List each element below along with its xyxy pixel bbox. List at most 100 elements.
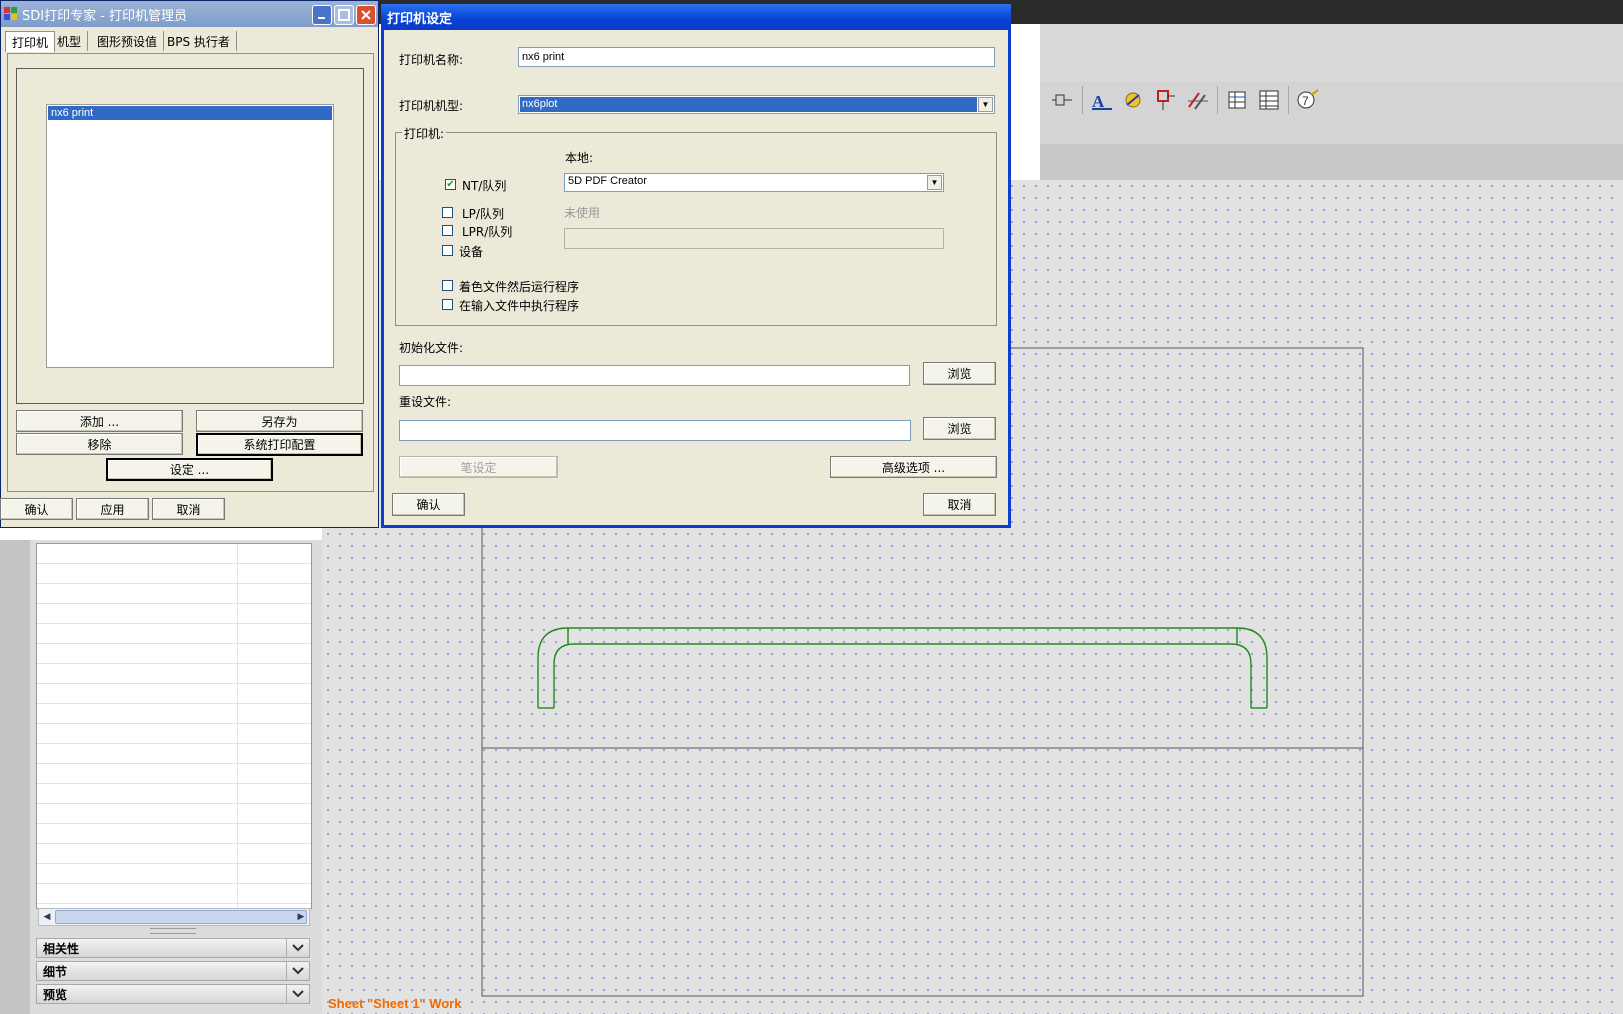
pen-setup-button[interactable]: 笔设定 [399,456,558,478]
table-row[interactable] [37,744,311,764]
table-row[interactable] [37,864,311,884]
text-note-icon[interactable]: A [1089,87,1115,113]
reset-file-browse-button[interactable]: 浏览 [923,417,996,440]
table-row[interactable] [37,844,311,864]
reset-file-input[interactable] [399,420,911,441]
table-row[interactable] [37,544,311,564]
handle-part-outline [537,627,1268,709]
nt-queue-checkbox[interactable]: ✔ [445,179,456,190]
navigator-horizontal-scrollbar[interactable]: ◀ ▶ [38,908,310,926]
table-row[interactable] [37,804,311,824]
scroll-right-icon[interactable]: ▶ [293,909,309,925]
tab-model[interactable]: 机型 [51,31,89,51]
hatch-icon[interactable] [1185,87,1211,113]
run-in-input-checkbox[interactable] [442,299,453,310]
printer-list[interactable]: nx6 print [46,104,334,368]
setup-title-bar[interactable]: 打印机设定 [381,4,1011,30]
app-toolbar [1040,24,1623,83]
toolbar-icon-group: A 7 [1050,82,1321,118]
toolbar-separator [1288,86,1289,114]
chevron-down-icon[interactable]: ▼ [927,175,942,190]
table-row[interactable] [37,624,311,644]
table-row[interactable] [37,704,311,724]
panel-splitter[interactable] [150,928,196,934]
dimension-icon[interactable] [1050,87,1076,113]
section-label: 细节 [43,964,68,979]
parts-list-icon[interactable] [1256,87,1282,113]
chevron-down-icon[interactable]: ▼ [978,97,993,112]
advanced-options-button[interactable]: 高级选项 ... [830,456,997,478]
table-row[interactable] [37,584,311,604]
device-label: 设备 [459,245,484,259]
maximize-icon[interactable] [334,5,354,25]
table-row[interactable] [37,684,311,704]
table-row[interactable] [37,884,311,904]
lpr-queue-checkbox[interactable] [442,225,453,236]
init-file-browse-button[interactable]: 浏览 [923,362,996,385]
table-row[interactable] [37,784,311,804]
lp-queue-label: LP/队列 [462,207,504,221]
manager-apply-button[interactable]: 应用 [76,498,149,520]
printer-model-select[interactable]: nx6plot ▼ [518,95,995,114]
table-row[interactable] [37,664,311,684]
close-icon[interactable] [356,5,376,25]
table-icon[interactable] [1224,87,1250,113]
run-in-input-label: 在输入文件中执行程序 [459,299,580,313]
table-row[interactable] [37,724,311,744]
unused-input [564,228,944,249]
run-after-color-checkbox[interactable] [442,280,453,291]
table-row[interactable] [37,644,311,664]
local-printer-value: 5D PDF Creator [568,175,647,187]
part-navigator-table[interactable] [36,543,312,909]
setup-button[interactable]: 设定 ... [106,458,273,481]
system-print-config-button[interactable]: 系统打印配置 [196,433,363,456]
balloon-icon[interactable]: 7 [1295,87,1321,113]
section-label: 相关性 [43,941,80,956]
table-row[interactable] [37,764,311,784]
printer-model-label: 打印机机型: [399,99,464,113]
section-preview[interactable]: 预览 [36,984,310,1004]
tab-bps-executor[interactable]: BPS 执行者 [161,31,237,51]
list-item[interactable]: nx6 print [48,106,332,120]
run-after-color-label: 着色文件然后运行程序 [459,280,580,294]
minimize-icon[interactable] [312,5,332,25]
table-row[interactable] [37,564,311,584]
chevron-down-icon[interactable] [286,939,309,957]
manager-title: SDI打印专家 - 打印机管理员 [22,8,188,24]
printer-name-input[interactable] [518,47,995,67]
symbol-icon[interactable] [1121,87,1147,113]
toolbar-separator [1082,86,1083,114]
manager-cancel-button[interactable]: 取消 [152,498,225,520]
datum-icon[interactable] [1153,87,1179,113]
scroll-left-icon[interactable]: ◀ [39,909,55,925]
resource-bar [0,540,30,1014]
add-button[interactable]: 添加 ... [16,410,183,432]
manager-ok-button[interactable]: 确认 [0,498,73,520]
section-details[interactable]: 细节 [36,961,310,981]
remove-button[interactable]: 移除 [16,433,183,455]
table-row[interactable] [37,604,311,624]
save-as-button[interactable]: 另存为 [196,410,363,432]
setup-title: 打印机设定 [387,11,453,27]
svg-text:7: 7 [1302,94,1309,108]
init-file-input[interactable] [399,365,910,386]
unused-label: 未使用 [564,206,601,220]
lp-queue-checkbox[interactable] [442,207,453,218]
nt-queue-label: NT/队列 [462,179,507,193]
local-printer-select[interactable]: 5D PDF Creator ▼ [564,173,944,192]
app-logo-icon [3,6,19,22]
setup-cancel-button[interactable]: 取消 [923,493,996,516]
toolbar-separator [1217,86,1218,114]
device-checkbox[interactable] [442,245,453,256]
setup-ok-button[interactable]: 确认 [392,493,465,516]
table-row[interactable] [37,824,311,844]
printer-group-label: 打印机: [402,125,447,142]
scrollbar-thumb[interactable] [55,910,307,924]
reset-file-label: 重设文件: [399,395,452,409]
chevron-down-icon[interactable] [286,962,309,980]
local-label: 本地: [565,151,594,165]
section-dependencies[interactable]: 相关性 [36,938,310,958]
chevron-down-icon[interactable] [286,985,309,1003]
tab-printer[interactable]: 打印机 [5,31,56,52]
tab-graphic-presets[interactable]: 图形预设值 [91,31,165,51]
